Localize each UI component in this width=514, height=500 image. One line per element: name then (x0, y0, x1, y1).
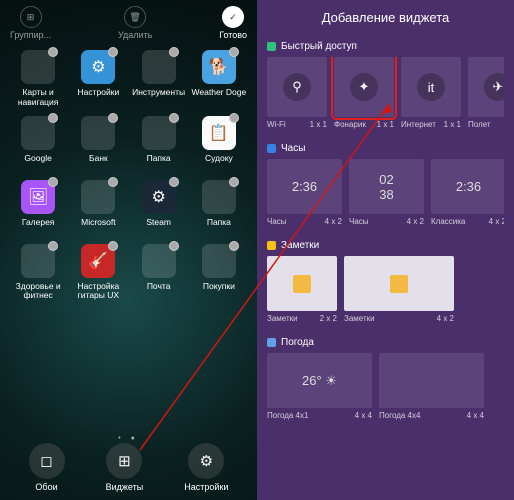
app-icon[interactable]: Карты и навигация (10, 50, 66, 108)
section-header: Часы (267, 143, 504, 154)
app-icon[interactable]: 🖼Галерея (10, 180, 66, 236)
launcher-tab[interactable]: ⚙Настройки (184, 443, 228, 492)
app-label: Судоку (205, 154, 233, 172)
app-icon[interactable]: Google (10, 116, 66, 172)
launcher-tab[interactable]: ◻Обои (29, 443, 65, 492)
top-toolbar: ⊞Группир... 🗑Удалить ✓Готово (0, 0, 257, 46)
app-label: Настройка гитары UX (70, 282, 126, 302)
delete-button[interactable]: 🗑Удалить (118, 6, 152, 40)
app-label: Здоровье и фитнес (10, 282, 66, 302)
app-label: Microsoft (81, 218, 115, 236)
app-icon[interactable]: Почта (131, 244, 187, 302)
app-label: Папка (207, 218, 231, 236)
app-icon[interactable]: Папка (191, 180, 247, 236)
app-label: Карты и навигация (10, 88, 66, 108)
widget-tile[interactable]: 26° ☀Погода 4x14 x 4 (267, 353, 372, 420)
app-icon[interactable]: ⚙Steam (131, 180, 187, 236)
section-header: Заметки (267, 240, 504, 251)
widget-tile[interactable]: Погода 4x44 x 4 (379, 353, 484, 420)
app-label: Google (24, 154, 51, 172)
app-icon[interactable]: Покупки (191, 244, 247, 302)
app-label: Галерея (22, 218, 55, 236)
launcher-screen: ⊞Группир... 🗑Удалить ✓Готово Карты и нав… (0, 0, 257, 500)
done-button[interactable]: ✓Готово (219, 6, 247, 40)
section-header: Погода (267, 337, 504, 348)
widget-picker-panel: Добавление виджета Быстрый доступ ⚲Wi-Fi1… (257, 0, 514, 500)
app-label: Почта (147, 282, 171, 300)
widget-tile[interactable]: Заметки2 x 2 (267, 256, 337, 323)
widget-sections: Быстрый доступ ⚲Wi-Fi1 x 1✦Фонарик1 x 1it… (257, 33, 514, 426)
app-label: Steam (146, 218, 171, 236)
widget-tile[interactable]: ⚲Wi-Fi1 x 1 (267, 57, 327, 129)
app-label: Банк (89, 154, 108, 172)
app-icon[interactable]: 🎸Настройка гитары UX (70, 244, 126, 302)
app-icon[interactable]: Инструменты (131, 50, 187, 108)
launcher-tabs: ◻Обои ⊞Виджеты ⚙Настройки (0, 443, 257, 492)
widget-tile[interactable]: ✈Полет1 x 1 (468, 57, 504, 129)
widget-tile[interactable]: 02 38Часы4 x 2 (349, 159, 424, 226)
group-button[interactable]: ⊞Группир... (10, 6, 51, 40)
launcher-tab[interactable]: ⊞Виджеты (106, 443, 144, 492)
app-icon[interactable]: Папка (131, 116, 187, 172)
app-icon[interactable]: Банк (70, 116, 126, 172)
app-label: Покупки (203, 282, 235, 300)
app-icon[interactable]: Microsoft (70, 180, 126, 236)
app-icon[interactable]: ⚙Настройки (70, 50, 126, 108)
app-grid: Карты и навигация⚙Настройки Инструменты 🐕W… (0, 46, 257, 305)
section-header: Быстрый доступ (267, 41, 504, 52)
app-label: Weather Doge (192, 88, 247, 106)
widget-tile[interactable]: 2:36Классика4 x 2 (431, 159, 504, 226)
widget-tile[interactable]: ✦Фонарик1 x 1 (334, 57, 394, 129)
widget-tile[interactable]: 2:36Часы4 x 2 (267, 159, 342, 226)
app-icon[interactable]: Здоровье и фитнес (10, 244, 66, 302)
app-label: Инструменты (132, 88, 185, 106)
app-icon[interactable]: 🐕Weather Doge (191, 50, 247, 108)
widget-tile[interactable]: itИнтернет1 x 1 (401, 57, 461, 129)
page-indicator: • ● (0, 435, 257, 442)
app-label: Настройки (78, 88, 120, 106)
app-label: Папка (147, 154, 171, 172)
widget-picker-title: Добавление виджета (257, 0, 514, 33)
app-icon[interactable]: 📋Судоку (191, 116, 247, 172)
widget-tile[interactable]: Заметки4 x 2 (344, 256, 454, 323)
